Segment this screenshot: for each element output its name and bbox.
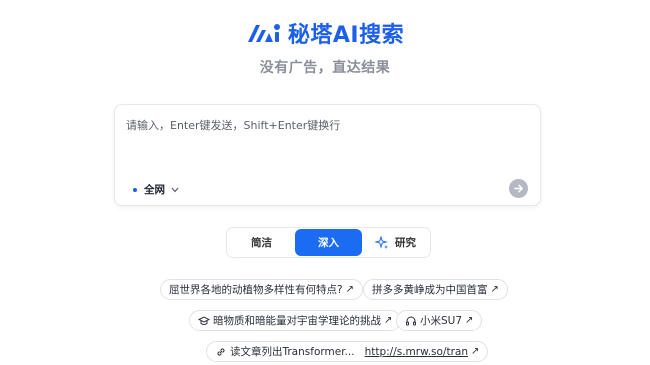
suggestion-chip[interactable]: 屈世界各地的动植物多样性有何特点? ↗ — [160, 279, 363, 300]
arrow-up-right-icon: ↗ — [471, 346, 480, 357]
suggestion-chip[interactable]: 读文章列出Transformer... http://s.mrw.so/tran… — [206, 341, 489, 362]
arrow-up-right-icon: ↗ — [465, 315, 474, 326]
suggestion-text: 暗物质和暗能量对宇宙学理论的挑战 — [213, 315, 381, 327]
mode-label: 研究 — [395, 237, 416, 249]
tagline: 没有广告，直达结果 — [259, 60, 391, 76]
suggestion-text: 拼多多黄峥成为中国首富 — [372, 284, 488, 296]
arrow-up-right-icon: ↗ — [490, 284, 499, 295]
mode-research[interactable]: 研究 — [362, 229, 429, 256]
graduation-cap-icon — [198, 315, 210, 325]
mode-label: 简洁 — [251, 237, 272, 249]
arrow-up-right-icon: ↗ — [345, 284, 354, 295]
suggestion-chip[interactable]: 暗物质和暗能量对宇宙学理论的挑战 ↗ — [189, 310, 402, 331]
link-icon — [217, 347, 225, 356]
suggestion-text: 读文章列出Transformer... — [230, 346, 355, 358]
suggestion-text: 小米SU7 — [420, 315, 463, 327]
scope-dot-icon — [133, 187, 137, 192]
arrow-up-right-icon: ↗ — [384, 315, 393, 326]
search-input[interactable] — [126, 117, 526, 157]
suggestion-text: 屈世界各地的动植物多样性有何特点? — [169, 284, 343, 296]
suggestion-chip[interactable]: 小米SU7 ↗ — [396, 310, 483, 331]
mode-deep[interactable]: 深入 — [295, 229, 362, 256]
sparkle-icon — [375, 235, 388, 249]
brand-name: 秘塔AI搜索 — [287, 23, 405, 48]
suggestion-url: http://s.mrw.so/tran — [364, 345, 468, 358]
search-scope-dropdown[interactable]: 全网 — [133, 182, 179, 197]
search-box: 全网 — [114, 104, 541, 206]
send-button[interactable] — [509, 179, 528, 198]
brand: 秘塔AI搜索 — [0, 18, 650, 48]
headphones-icon — [406, 316, 416, 325]
scope-label: 全网 — [144, 184, 165, 196]
metaso-logo-icon — [247, 24, 280, 42]
mode-label: 深入 — [318, 237, 339, 249]
suggestion-chip[interactable]: 拼多多黄峥成为中国首富 ↗ — [363, 279, 508, 300]
chevron-down-icon — [171, 187, 179, 192]
mode-concise[interactable]: 简洁 — [228, 229, 295, 256]
search-mode-switch: 简洁 深入 研究 — [226, 227, 431, 258]
arrow-right-icon — [514, 184, 523, 193]
